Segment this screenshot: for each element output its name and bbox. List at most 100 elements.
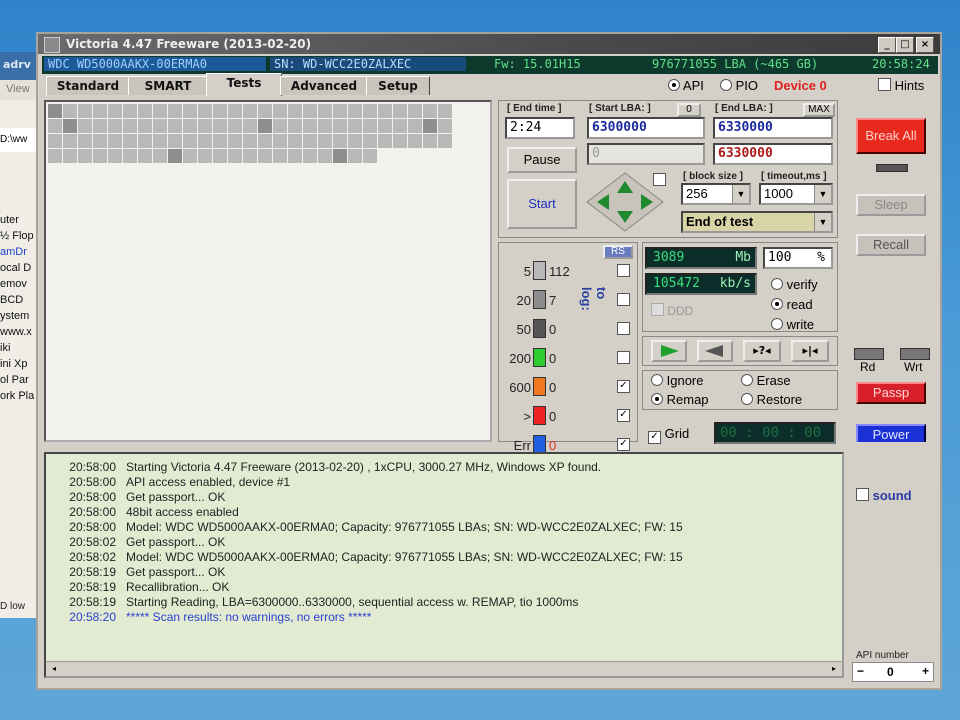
rs-button[interactable]: RS — [603, 245, 633, 259]
option-ignore[interactable]: Ignore — [651, 373, 704, 388]
maximize-button[interactable]: □ — [896, 37, 914, 53]
erase-radio[interactable] — [741, 374, 753, 386]
tree-item[interactable]: ork Pla — [0, 390, 40, 406]
tab-advanced[interactable]: Advanced — [280, 76, 368, 95]
tree-item[interactable]: ocal D — [0, 262, 40, 278]
title-bar[interactable]: Victoria 4.47 Freeware (2013-02-20) _ □ … — [38, 34, 940, 54]
remap-radio[interactable] — [651, 393, 663, 405]
log-horizontal-scrollbar[interactable]: ◂ ▸ — [46, 661, 842, 676]
end-lba-max-button[interactable]: MAX — [803, 103, 835, 117]
sound-checkbox[interactable] — [856, 488, 869, 501]
chevron-down-icon[interactable]: ▼ — [814, 213, 831, 231]
api-mode[interactable]: API — [668, 78, 704, 93]
to-log-checkbox[interactable] — [617, 351, 630, 364]
scan-block — [93, 149, 107, 163]
to-log-checkbox[interactable] — [617, 322, 630, 335]
tab-setup[interactable]: Setup — [366, 76, 430, 95]
start-lba-field[interactable]: 6300000 — [587, 117, 705, 139]
to-log-checkbox[interactable] — [617, 293, 630, 306]
passp-button[interactable]: Passp — [856, 382, 926, 404]
tree-item[interactable]: www.x — [0, 326, 40, 342]
minimize-button[interactable]: _ — [878, 37, 896, 53]
sleep-button[interactable]: Sleep — [856, 194, 926, 216]
action-options: Ignore Erase Remap Restore — [642, 370, 838, 410]
option-erase[interactable]: Erase — [741, 373, 791, 388]
scan-block — [243, 104, 257, 118]
tab-smart[interactable]: SMART — [128, 76, 208, 95]
legend-row: 600 0 ✓ — [499, 377, 639, 399]
app-icon — [44, 37, 60, 53]
grid-toggle[interactable]: ✓ Grid — [648, 426, 689, 444]
tree-item[interactable]: BCD — [0, 294, 40, 310]
timeout-select[interactable]: 1000 ▼ — [759, 183, 833, 205]
start-button[interactable]: Start — [507, 179, 577, 229]
tree-item[interactable]: ystem — [0, 310, 40, 326]
ddd-checkbox[interactable] — [651, 303, 664, 316]
seek-unknown-icon: ▸?◂ — [753, 344, 771, 357]
wrt-label: Wrt — [904, 360, 923, 374]
mode-verify[interactable]: verify — [771, 277, 818, 292]
tab-tests[interactable]: Tests — [206, 73, 282, 96]
to-log-checkbox[interactable] — [617, 264, 630, 277]
chevron-down-icon[interactable]: ▼ — [732, 185, 749, 203]
pio-mode[interactable]: PIO — [720, 78, 758, 93]
break-all-button[interactable]: Break All — [856, 118, 926, 154]
ignore-radio[interactable] — [651, 374, 663, 386]
percent-readout: 100 % — [763, 247, 833, 269]
restore-radio[interactable] — [741, 393, 753, 405]
to-log-checkbox[interactable]: ✓ — [617, 438, 630, 451]
block-size-select[interactable]: 256 ▼ — [681, 183, 751, 205]
increment-icon[interactable]: + — [922, 664, 929, 678]
pio-radio[interactable] — [720, 79, 732, 91]
rd-label: Rd — [860, 360, 876, 374]
log-message: 48bit access enabled — [126, 505, 239, 519]
play-button[interactable] — [651, 340, 687, 362]
pause-button[interactable]: Pause — [507, 147, 577, 173]
tree-item[interactable]: iki — [0, 342, 40, 358]
start-lba-zero-button[interactable]: 0 — [677, 103, 701, 117]
ddd-toggle[interactable]: DDD — [651, 303, 693, 318]
scroll-left-icon[interactable]: ◂ — [48, 663, 60, 674]
tree-item[interactable]: emov — [0, 278, 40, 294]
tree-item[interactable]: amDr — [0, 246, 40, 262]
recall-button[interactable]: Recall — [856, 234, 926, 256]
api-radio[interactable] — [668, 79, 680, 91]
end-action-value: End of test — [686, 214, 754, 229]
mode-read[interactable]: read — [771, 297, 813, 312]
mode-write[interactable]: write — [771, 317, 814, 332]
chevron-down-icon[interactable]: ▼ — [814, 185, 831, 203]
api-number-stepper[interactable]: − 0 + — [852, 662, 934, 682]
to-log-checkbox[interactable]: ✓ — [617, 409, 630, 422]
to-log-checkbox[interactable]: ✓ — [617, 380, 630, 393]
hints-checkbox[interactable] — [878, 78, 891, 91]
read-radio[interactable] — [771, 298, 783, 310]
decrement-icon[interactable]: − — [857, 664, 864, 678]
end-action-select[interactable]: End of test ▼ — [681, 211, 833, 233]
rewind-button[interactable] — [697, 340, 733, 362]
background-address-bar[interactable]: D:\ww — [0, 128, 38, 152]
background-window-menu[interactable]: View — [0, 80, 40, 100]
sound-toggle[interactable]: sound — [856, 488, 912, 503]
close-button[interactable]: × — [916, 37, 934, 53]
tree-item[interactable]: uter — [0, 214, 40, 230]
grid-checkbox[interactable]: ✓ — [648, 431, 661, 444]
tree-item[interactable]: ol Par — [0, 374, 40, 390]
scan-block — [228, 119, 242, 133]
write-radio[interactable] — [771, 318, 783, 330]
option-restore[interactable]: Restore — [741, 392, 802, 407]
scan-block — [213, 149, 227, 163]
scroll-right-icon[interactable]: ▸ — [828, 663, 840, 674]
option-remap[interactable]: Remap — [651, 392, 709, 407]
scan-block — [228, 149, 242, 163]
verify-radio[interactable] — [771, 278, 783, 290]
legend-swatch — [533, 319, 546, 338]
end-lba-field[interactable]: 6330000 — [713, 117, 833, 139]
end-time-field[interactable]: 2:24 — [505, 117, 575, 139]
tab-standard[interactable]: Standard — [46, 76, 130, 95]
direction-checkbox[interactable] — [653, 173, 666, 186]
seek-unknown-button[interactable]: ▸?◂ — [743, 340, 781, 362]
tree-item[interactable]: ini Xp — [0, 358, 40, 374]
skip-end-button[interactable]: ▸|◂ — [791, 340, 829, 362]
hints-toggle[interactable]: Hints — [878, 78, 924, 93]
tree-item[interactable]: ½ Flop — [0, 230, 40, 246]
